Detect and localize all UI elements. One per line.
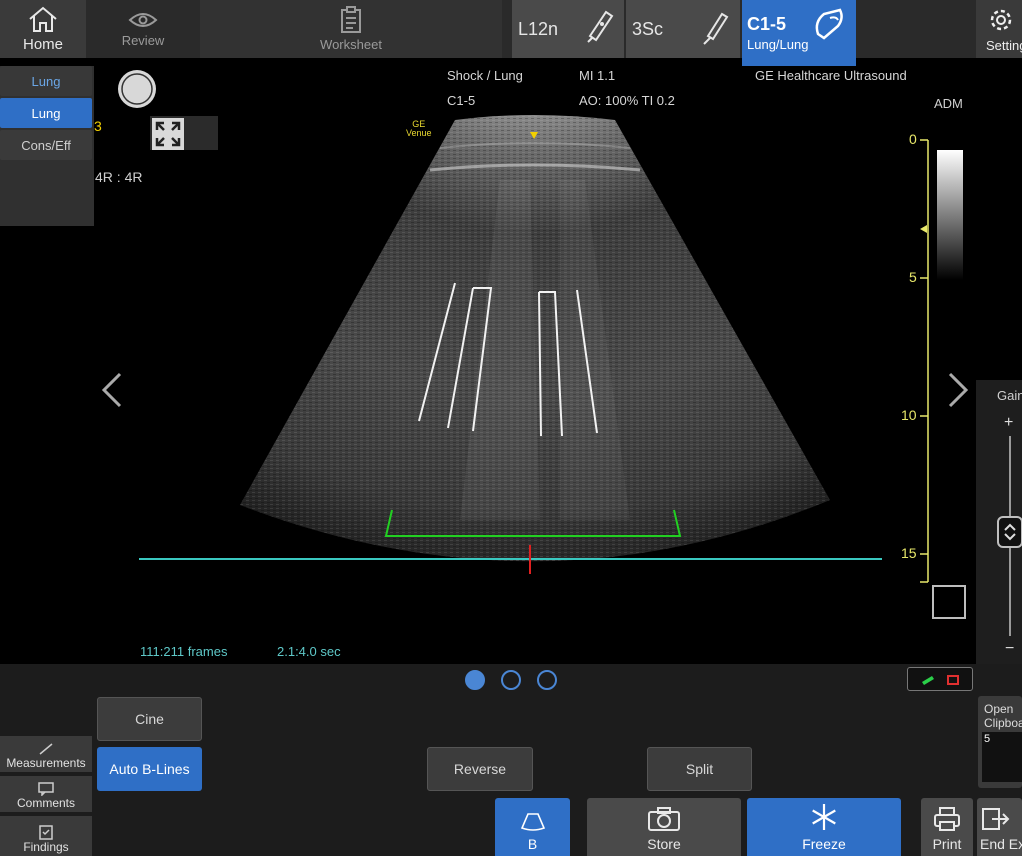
auto-blines-button[interactable]: Auto B-Lines xyxy=(97,747,202,791)
clipboard-thumbnail[interactable]: 5 xyxy=(982,732,1022,782)
grayscale-bar xyxy=(937,150,963,280)
printer-icon xyxy=(934,807,960,831)
snowflake-icon xyxy=(812,804,836,830)
depth-label-10: 10 xyxy=(901,407,917,423)
end-exam-label: End Exam xyxy=(980,836,1022,852)
up-down-icon xyxy=(1004,523,1016,541)
depth-label-15: 15 xyxy=(901,545,917,561)
sector-icon xyxy=(520,813,545,831)
camera-icon xyxy=(648,807,680,831)
adm-label: ADM xyxy=(934,96,963,111)
store-button[interactable]: Store xyxy=(587,798,741,856)
square-toggle-button[interactable] xyxy=(932,585,966,619)
depth-label-0: 0 xyxy=(909,131,917,147)
findings-icon xyxy=(39,825,53,840)
probe-status-icon xyxy=(922,675,959,685)
clipboard-label-line1: Open xyxy=(984,702,1014,716)
comments-button[interactable]: Comments xyxy=(0,776,92,812)
print-button[interactable]: Print xyxy=(921,798,973,856)
page-dot-1[interactable] xyxy=(465,670,485,690)
print-label: Print xyxy=(932,836,962,852)
depth-label-5: 5 xyxy=(909,269,917,285)
b-mode-label: B xyxy=(527,836,538,852)
measurements-label: Measurements xyxy=(6,756,86,770)
b-mode-button[interactable]: B xyxy=(495,798,570,856)
comments-label: Comments xyxy=(16,796,75,810)
open-clipboard-button[interactable]: Open Clipboard 5 xyxy=(978,696,1022,788)
depth-scale xyxy=(920,139,929,583)
measurements-button[interactable]: Measurements xyxy=(0,736,92,772)
findings-button[interactable]: Findings xyxy=(0,816,92,856)
gain-label: Gain xyxy=(997,388,1022,403)
next-arrow-icon[interactable] xyxy=(946,372,970,408)
split-button[interactable]: Split xyxy=(647,747,752,791)
exit-icon xyxy=(982,808,1010,830)
freeze-label: Freeze xyxy=(802,836,846,852)
store-label: Store xyxy=(647,836,681,852)
focal-zone-marker xyxy=(920,225,927,233)
probe-status-button[interactable] xyxy=(907,667,973,691)
findings-label: Findings xyxy=(23,840,69,854)
clipboard-count: 5 xyxy=(984,733,991,745)
reverse-button[interactable]: Reverse xyxy=(427,747,533,791)
page-dot-2[interactable] xyxy=(501,670,521,690)
cine-button[interactable]: Cine xyxy=(97,697,202,741)
freeze-button[interactable]: Freeze xyxy=(747,798,901,856)
clipboard-label-line2: Clipboard xyxy=(984,716,1022,730)
page-dot-3[interactable] xyxy=(537,670,557,690)
ruler-icon xyxy=(39,743,53,755)
frames-readout: 111:211 frames xyxy=(140,644,228,659)
prev-arrow-icon[interactable] xyxy=(100,372,124,408)
seconds-readout: 2.1:4.0 sec xyxy=(277,644,341,659)
gain-minus[interactable]: − xyxy=(1005,640,1014,658)
comment-icon xyxy=(38,782,54,796)
end-exam-button[interactable]: End Exam xyxy=(977,798,1022,856)
sector-fan xyxy=(240,115,830,562)
gain-plus[interactable]: + xyxy=(1004,414,1013,432)
gain-slider-thumb[interactable] xyxy=(997,516,1022,548)
